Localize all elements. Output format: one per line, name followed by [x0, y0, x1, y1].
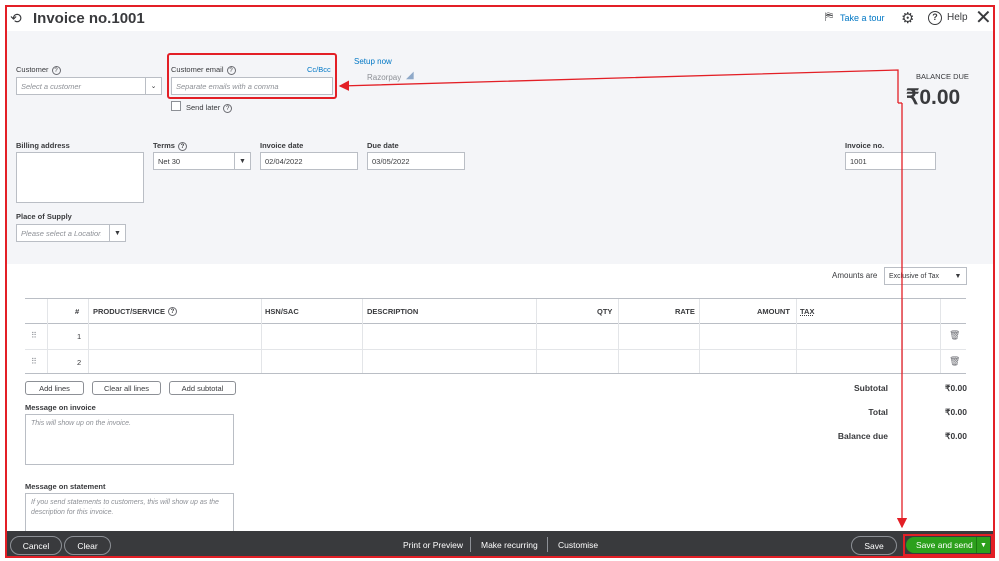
message-on-statement-label: Message on statement	[25, 482, 106, 491]
footer-divider	[547, 537, 548, 552]
table-divider	[88, 299, 89, 373]
due-date-label: Due date	[367, 141, 399, 150]
table-divider	[902, 299, 903, 373]
footer-bar: Cancel Clear Print or Preview Make recur…	[7, 531, 993, 556]
column-header-qty: QTY	[597, 306, 613, 316]
print-preview-button[interactable]: Print or Preview	[403, 540, 463, 550]
column-header-tax: TAX	[800, 306, 815, 316]
annotation-highlight-save-send: Save and send ▼	[903, 534, 993, 556]
caret-down-icon[interactable]: ▼	[950, 268, 966, 284]
terms-select[interactable]: Net 30 ▼	[153, 152, 251, 170]
cancel-button[interactable]: Cancel	[10, 536, 62, 555]
history-icon[interactable]: ⟲	[10, 10, 22, 27]
place-of-supply-label: Place of Supply	[16, 212, 72, 221]
grip-icon[interactable]: ⠿	[31, 357, 37, 366]
balance-due-label: BALANCE DUE	[916, 72, 969, 81]
clear-button[interactable]: Clear	[64, 536, 111, 555]
help-icon[interactable]: ?	[223, 103, 233, 113]
add-lines-button[interactable]: Add lines	[25, 381, 84, 395]
table-divider	[940, 299, 941, 373]
invoice-no-input[interactable]: 1001	[845, 152, 936, 170]
top-bar: ⟲ Invoice no.1001 ⛿ Take a tour ⚙ ? Help…	[7, 7, 993, 31]
total-value: ₹0.00	[945, 407, 967, 417]
table-divider	[536, 299, 537, 373]
table-divider	[618, 299, 619, 373]
clear-all-lines-button[interactable]: Clear all lines	[92, 381, 161, 395]
take-tour-icon[interactable]: ⛿	[825, 11, 837, 23]
caret-down-icon[interactable]: ▼	[976, 537, 990, 553]
column-header-rate: RATE	[675, 306, 695, 316]
message-on-statement-input[interactable]: If you send statements to customers, thi…	[25, 493, 234, 533]
line-items-table: # PRODUCT/SERVICE? HSN/SAC DESCRIPTION Q…	[25, 298, 966, 374]
grip-icon[interactable]: ⠿	[31, 331, 37, 340]
add-subtotal-button[interactable]: Add subtotal	[169, 381, 236, 395]
help-icon[interactable]: ?	[167, 306, 177, 316]
customise-button[interactable]: Customise	[558, 540, 598, 550]
help-icon[interactable]: ?	[51, 65, 61, 75]
invoice-window: ⟲ Invoice no.1001 ⛿ Take a tour ⚙ ? Help…	[5, 5, 995, 558]
column-header-description: DESCRIPTION	[367, 306, 419, 316]
billing-address-input[interactable]	[16, 152, 144, 203]
invoice-date-input[interactable]: 02/04/2022	[260, 152, 358, 170]
send-later-checkbox[interactable]	[171, 101, 181, 111]
footer-divider	[470, 537, 471, 552]
make-recurring-button[interactable]: Make recurring	[481, 540, 538, 550]
help-link[interactable]: Help	[947, 12, 968, 23]
help-icon[interactable]: ?	[177, 141, 187, 151]
chevron-down-icon[interactable]: ⌄	[145, 78, 161, 94]
caret-down-icon[interactable]: ▼	[109, 225, 125, 241]
invoice-no-label: Invoice no.	[845, 141, 885, 150]
row-number: 2	[77, 358, 82, 367]
balance-due-total-label: Balance due	[837, 431, 888, 441]
message-on-invoice-input[interactable]: This will show up on the invoice.	[25, 414, 234, 465]
close-icon[interactable]: ✕	[975, 7, 992, 30]
balance-due-amount: ₹0.00	[906, 86, 961, 109]
due-date-input[interactable]: 03/05/2022	[367, 152, 465, 170]
trash-icon[interactable]: 🗑	[949, 330, 960, 341]
invoice-header-panel	[7, 7, 993, 264]
message-on-invoice-label: Message on invoice	[25, 403, 96, 412]
razorpay-label: Razorpay	[367, 73, 402, 82]
page-title: Invoice no.1001	[33, 10, 145, 27]
invoice-date-label: Invoice date	[260, 141, 304, 150]
amounts-are-select[interactable]: Exclusive of Tax ▼	[884, 267, 967, 285]
billing-address-label: Billing address	[16, 141, 70, 150]
table-divider	[796, 299, 797, 373]
column-header-amount: AMOUNT	[757, 306, 790, 316]
balance-due-total-value: ₹0.00	[945, 431, 967, 441]
take-tour-link[interactable]: Take a tour	[840, 13, 885, 23]
customer-select[interactable]: Select a customer ⌄	[16, 77, 162, 95]
setup-now-link[interactable]: Setup now	[354, 57, 392, 66]
place-of-supply-select[interactable]: Please select a Location ▼	[16, 224, 126, 242]
save-button[interactable]: Save	[851, 536, 897, 555]
subtotal-value: ₹0.00	[945, 383, 967, 393]
annotation-highlight-email	[167, 53, 337, 99]
total-label: Total	[868, 407, 888, 417]
column-header-hsn: HSN/SAC	[265, 306, 299, 316]
table-divider	[25, 349, 966, 350]
razorpay-icon: ◢	[406, 70, 414, 81]
table-divider	[362, 299, 363, 373]
caret-down-icon[interactable]: ▼	[234, 153, 250, 169]
table-divider	[47, 299, 48, 373]
table-divider	[25, 323, 966, 324]
save-and-send-button[interactable]: Save and send ▼	[906, 537, 990, 553]
table-divider	[261, 299, 262, 373]
column-header-product: PRODUCT/SERVICE?	[93, 299, 177, 323]
customer-label: Customer?	[16, 65, 61, 75]
table-divider	[699, 299, 700, 373]
subtotal-label: Subtotal	[854, 383, 888, 393]
trash-icon[interactable]: 🗑	[949, 356, 960, 367]
send-later-label: Send later?	[186, 103, 233, 113]
terms-label: Terms?	[153, 141, 187, 151]
amounts-are-label: Amounts are	[832, 271, 878, 280]
row-number: 1	[77, 332, 82, 341]
help-icon[interactable]: ?	[928, 11, 942, 25]
gear-icon[interactable]: ⚙	[901, 9, 914, 27]
column-header-number: #	[75, 306, 80, 316]
